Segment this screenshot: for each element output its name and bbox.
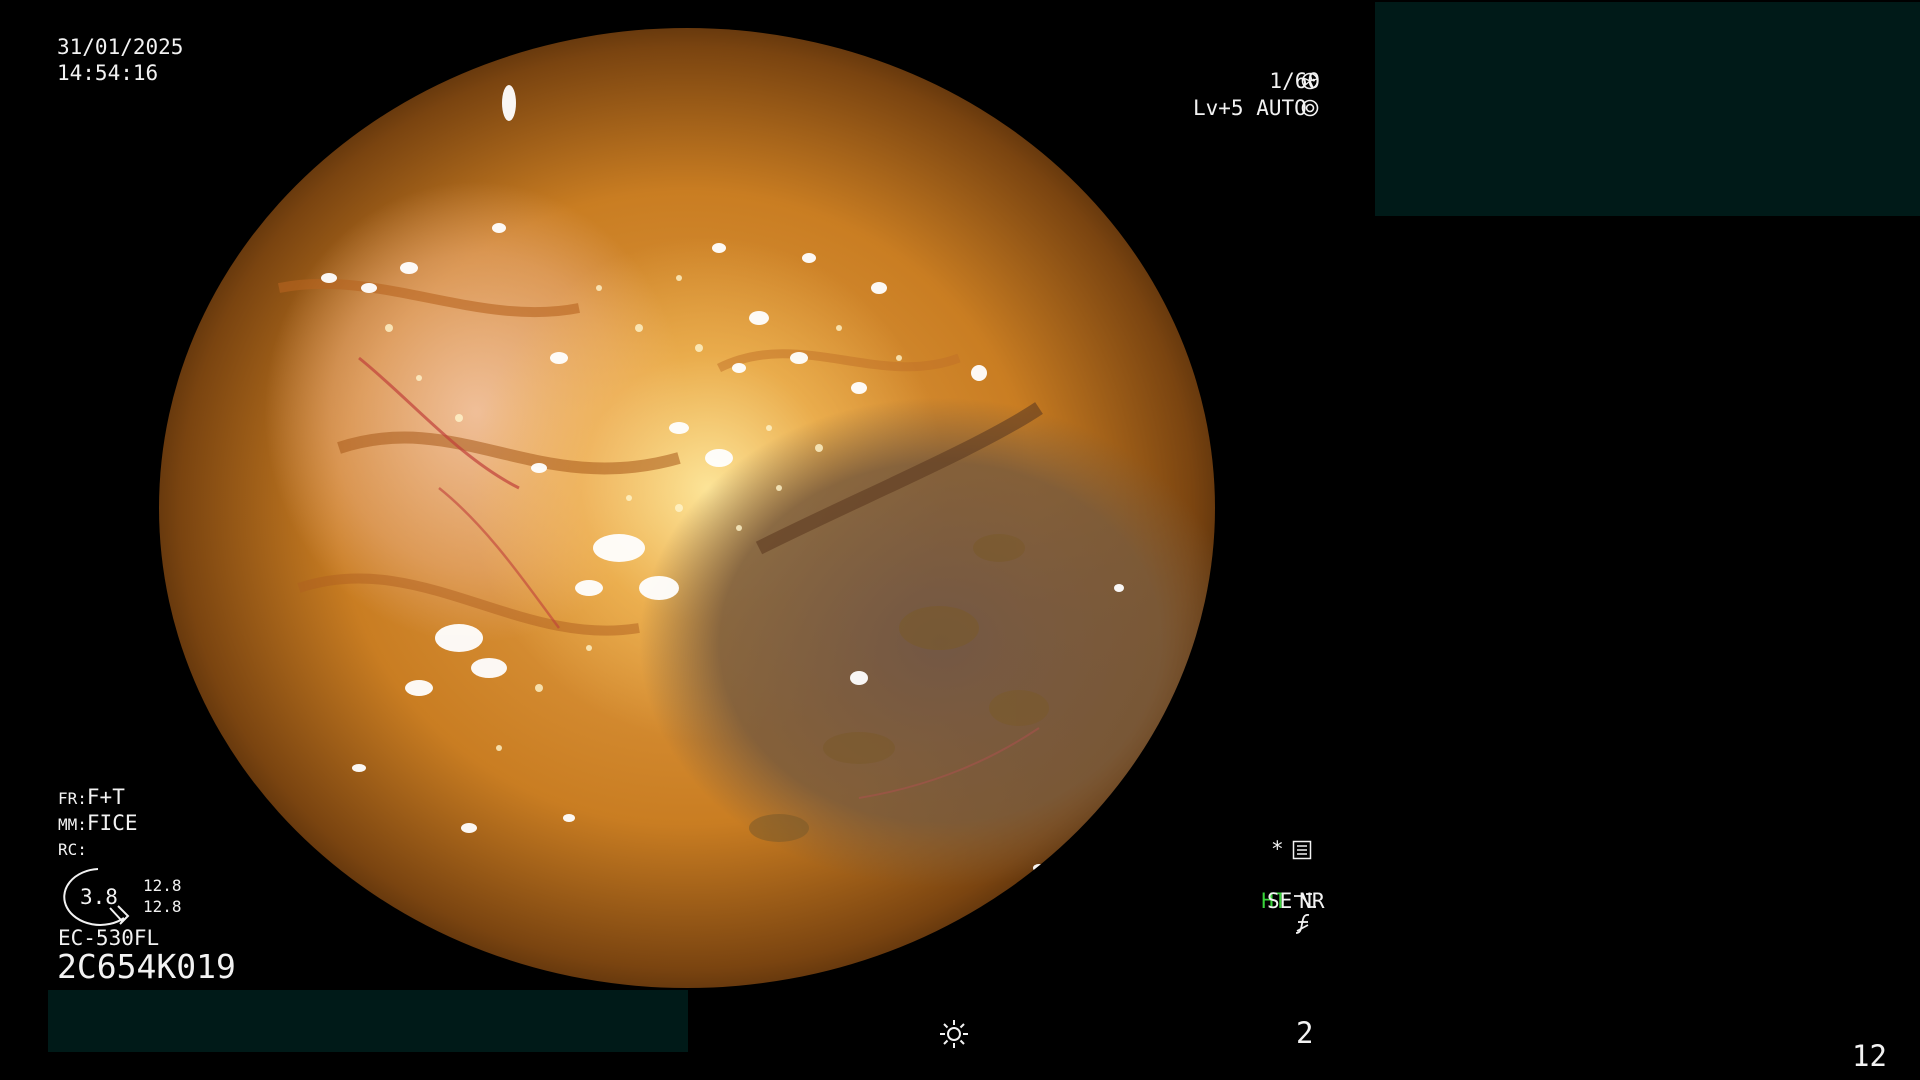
iris-icon (1301, 99, 1319, 117)
mm-value: FICE (86, 811, 138, 835)
mm-row: MM:FICE (58, 810, 137, 836)
memo-icon (1292, 840, 1312, 860)
star-indicator: * (1271, 837, 1284, 861)
endoscope-image (159, 28, 1215, 988)
mucosa-texture (278, 85, 1124, 872)
redacted-panel-top-right (1375, 2, 1920, 216)
fr-label: FR: (58, 789, 87, 808)
fr-row: FR:F+T (58, 784, 125, 810)
bottom-right-number: 12 (1852, 1039, 1887, 1073)
mm-label: MM: (58, 815, 87, 834)
level-mode-label: Lv+5 AUTO (1193, 96, 1307, 120)
enhancement-curve-icon (1294, 893, 1316, 908)
function-icon (1295, 913, 1310, 934)
gauge-right-top: 12.8 (143, 876, 182, 895)
aperture-icon (1301, 72, 1319, 90)
gauge-widget: 3.8 (58, 866, 138, 928)
bottom-center-number: 2 (1296, 1016, 1314, 1050)
gauge-value: 3.8 (80, 885, 118, 909)
serial-label: 2C654K019 (57, 947, 236, 986)
fr-value: F+T (86, 785, 125, 809)
sun-icon (940, 1020, 968, 1048)
gauge-right-bottom: 12.8 (143, 897, 182, 916)
time-label: 14:54:16 (57, 61, 159, 85)
date-label: 31/01/2025 (57, 35, 184, 59)
se-indicator: SE (1267, 889, 1293, 913)
rc-label: RC: (58, 840, 87, 859)
redacted-panel-bottom-left (48, 990, 688, 1052)
